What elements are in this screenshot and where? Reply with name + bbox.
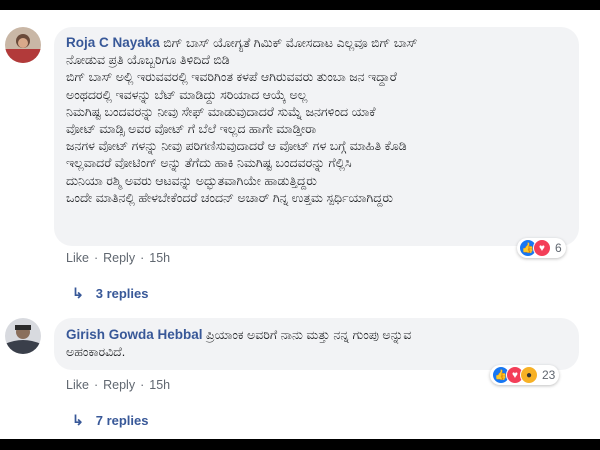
comments-panel: Roja C Nayaka ಬಿಗ್ ಬಾಸ್ ಯೋಗ್ಯತೆ ಗಿಮಿಕ್ ಮ…: [0, 10, 600, 439]
comment-text-line: ಅಂಥದರಲ್ಲಿ ಇವಳನ್ನು ಬೆಟ್ ಮಾಡಿದ್ದು ಸರಿಯಾದ ಆ…: [66, 87, 308, 102]
comment-text-line: ಅಹಂಕಾರವಿದೆ.: [66, 345, 126, 360]
love-reaction-icon: ♥: [533, 239, 551, 257]
reply-arrow-icon: ↳: [72, 412, 84, 428]
comment-timestamp[interactable]: 15h: [149, 378, 170, 392]
reaction-count: 6: [555, 241, 562, 255]
avatar[interactable]: [5, 318, 41, 354]
replies-count-label: 3 replies: [95, 286, 149, 301]
view-replies-link[interactable]: ↳ 3 replies: [72, 285, 149, 302]
reply-link[interactable]: Reply: [103, 378, 135, 392]
comment-text-line: ವೋಟ್ ಮಾಡ್ಸಿ ಅವರ ವೋಟ್ ಗೆ ಬೆಲೆ ಇಲ್ಲದ ಹಾಗೇ …: [66, 122, 317, 137]
comment-text-line: ಒಂದೇ ಮಾತಿನಲ್ಲಿ ಹೇಳಬೇಕೆಂದರೆ ಚಂದನ್ ಅಚಾರ್ ಗ…: [66, 190, 393, 205]
reaction-summary[interactable]: 👍 ♥ ● 23: [490, 365, 560, 385]
like-link[interactable]: Like: [66, 378, 89, 392]
comment-actions: Like · Reply · 15h: [66, 378, 171, 392]
comment-bubble: Girish Gowda Hebbal ಪ್ರಿಯಾಂಕ ಅವರಿಗೆ ನಾನು…: [54, 318, 579, 370]
comment-timestamp[interactable]: 15h: [149, 251, 170, 265]
avatar[interactable]: [5, 27, 41, 63]
reaction-summary[interactable]: 👍 ♥ 6: [517, 238, 566, 258]
replies-count-label: 7 replies: [95, 413, 149, 428]
reply-arrow-icon: ↳: [72, 285, 84, 301]
reaction-count: 23: [542, 368, 556, 382]
comment-text-line: ಇಲ್ಲವಾದರೆ ವೋಟಿಂಗ್ ಅನ್ನು ತೆಗೆದು ಹಾಕಿ ನಿಮಗ…: [66, 156, 352, 171]
comment-text-line: ಬಿಗ್ ಬಾಸ್ ಅಲ್ಲಿ ಇರುವವರಲ್ಲಿ ಇವರಿಗಿಂತ ಕಳಪೆ…: [66, 70, 397, 85]
like-link[interactable]: Like: [66, 251, 89, 265]
reply-link[interactable]: Reply: [103, 251, 135, 265]
comment-author[interactable]: Girish Gowda Hebbal: [66, 327, 203, 342]
comment-bubble: Roja C Nayaka ಬಿಗ್ ಬಾಸ್ ಯೋಗ್ಯತೆ ಗಿಮಿಕ್ ಮ…: [54, 27, 579, 246]
comment-text-line: ಬಿಗ್ ಬಾಸ್ ಯೋಗ್ಯತೆ ಗಿಮಿಕ್ ಮೋಸದಾಟ ಎಲ್ಲವೂ ಬ…: [163, 36, 418, 50]
comment-text-line: ಜನಗಳ ವೋಟ್ ಗಳನ್ನು ನೀವು ಪರಿಗಣಿಸುವುದಾದರೆ ಆ …: [66, 139, 407, 154]
comment-actions: Like · Reply · 15h: [66, 251, 171, 265]
view-replies-link[interactable]: ↳ 7 replies: [72, 412, 149, 429]
comment-text-line: ದುನಿಯಾ ರಶ್ಮಿ ಅವರು ಆಟವನ್ನು ಅದ್ಭುತವಾಗಿಯೇ ಹ…: [66, 173, 317, 188]
comment-author[interactable]: Roja C Nayaka: [66, 35, 160, 50]
comment-text-line: ನೋಡುವ ಪ್ರತಿ ಯೊಬ್ಬರಿಗೂ ತಿಳಿದಿದೆ ಬಿಡಿ: [66, 53, 230, 68]
comment-text-line: ನಿಮಗಿಷ್ಟ ಬಂದವರನ್ನು ನೀವು ಸೇಫ್ ಮಾಡುವುದಾದರೆ…: [66, 104, 376, 119]
comment-text-line: ಪ್ರಿಯಾಂಕ ಅವರಿಗೆ ನಾನು ಮತ್ತು ನನ್ನ ಗುಂಪು ಅನ…: [206, 328, 412, 342]
wow-reaction-icon: ●: [520, 366, 538, 384]
